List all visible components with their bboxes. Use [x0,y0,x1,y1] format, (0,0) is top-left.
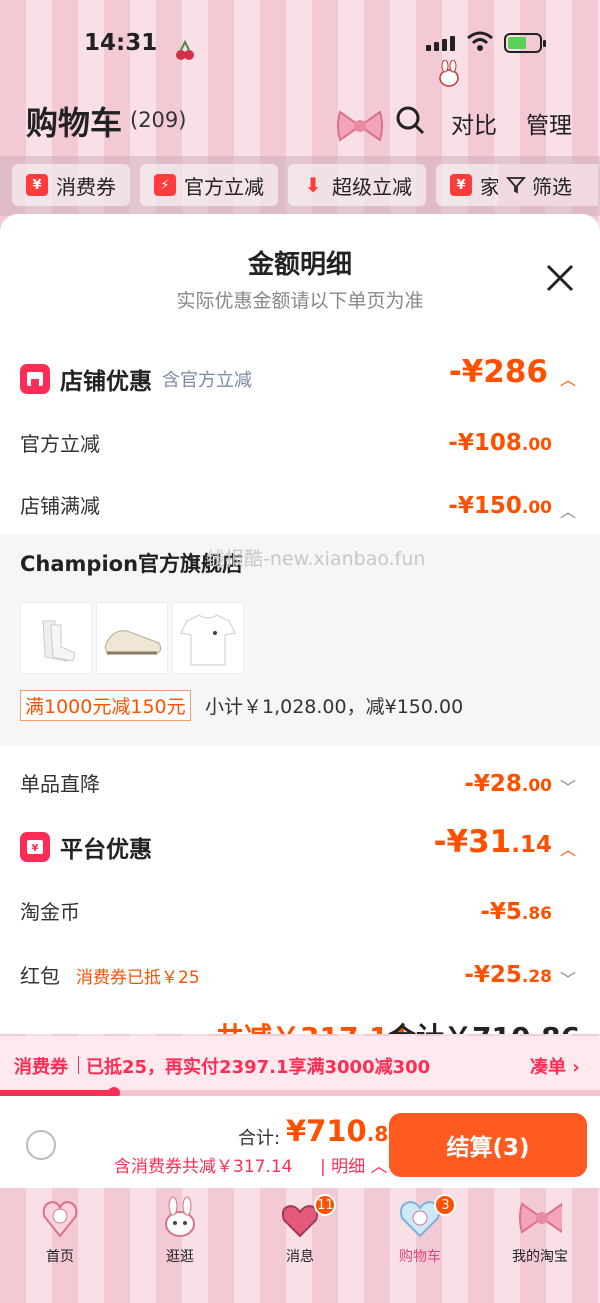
detail-button[interactable]: | 明细 ︿ [320,1152,388,1177]
product-thumb-shoes[interactable] [96,602,168,674]
bottom-tab-bar: 首页 逛逛 消息 11 购物车 3 我的淘宝 [0,1188,600,1303]
chevron-up-icon: ︿ [370,1157,388,1177]
platform-discount-amount: -¥31.14 [433,824,552,860]
bunny-icon [158,1196,202,1240]
red-packet-amount: -¥25.28 [464,962,552,988]
chevron-down-icon[interactable]: ﹀ [560,774,576,798]
bunny-sticker-icon [438,59,460,92]
bow-icon [518,1196,562,1240]
platform-coupon-icon: ¥ [20,832,50,862]
coupon-tag: 消费券 [14,1057,68,1078]
total-label: 合计: [238,1128,281,1149]
store-discount-header[interactable]: 店铺优惠 含官方立减 [20,362,252,396]
tab-coupon[interactable]: ¥ 消费券 [12,164,130,206]
product-thumb-tshirt[interactable] [172,602,244,674]
summary-peek: 共减￥317.14 合计￥710.86 [0,1014,600,1034]
taojin-coin-label: 淘金币 [20,900,80,924]
total-amount: ¥710.86 [286,1114,403,1148]
checkout-button[interactable]: 结算(3) [389,1113,587,1177]
page-title: 购物车 [26,104,123,142]
platform-discount-title: 平台优惠 [60,837,152,863]
platform-discount-header[interactable]: ¥ 平台优惠 [20,830,152,864]
filter-icon [506,177,526,194]
peek-total: 合计￥710.86 [388,1016,580,1034]
cherry-icon [174,39,196,66]
sheet-title: 金额明细 [247,250,352,280]
official-discount-amount: -¥108.00 [448,430,552,456]
shop-subtotal: 小计￥1,028.00，减¥150.00 [205,696,464,718]
chevron-up-icon[interactable]: ︿ [560,498,576,522]
compare-button[interactable]: 对比 [451,106,497,140]
tab-official-discount[interactable]: ⚡ 官方立减 [140,164,278,206]
nav-home[interactable]: 首页 [0,1188,120,1303]
saved-amount: 含消费券共减￥317.14 [114,1157,293,1177]
messages-badge: 11 [314,1194,337,1216]
product-thumb-socks[interactable] [20,602,92,674]
nav-messages[interactable]: 消息 11 [240,1188,360,1303]
status-time: 14:31 [84,30,158,56]
select-all-checkbox[interactable] [26,1130,56,1160]
close-icon[interactable] [544,262,576,298]
single-item-discount-label: 单品直降 [20,772,100,796]
sheet-subtitle: 实际优惠金额请以下单页为准 [176,290,424,312]
chevron-up-icon[interactable]: ︿ [560,366,576,390]
coupon-icon: ¥ [450,174,472,196]
cart-count: (209) [130,108,187,132]
coupon-text: 已抵25，再实付2397.1享满3000减300 [86,1057,431,1078]
nav-browse[interactable]: 逛逛 [120,1188,240,1303]
store-discount-amount: -¥286 [448,354,548,390]
peek-saved: 共减￥317.14 [216,1016,408,1034]
amount-detail-sheet: 金额明细 实际优惠金额请以下单页为准 店铺优惠 含官方立减 -¥286 ︿ 官方… [0,214,600,1034]
coupon-divider [78,1056,79,1074]
chevron-up-icon[interactable]: ︿ [560,836,576,860]
signal-icon [426,36,455,51]
cart-badge: 3 [434,1194,457,1216]
chevron-down-icon[interactable]: ﹀ [560,966,576,990]
bow-decoration-icon [336,108,384,148]
red-packet-label: 红包 [20,964,60,988]
lightning-icon: ⚡ [154,174,176,196]
manage-button[interactable]: 管理 [526,106,572,140]
home-mirror-icon [38,1196,82,1240]
taojin-coin-amount: -¥5.86 [480,899,552,925]
battery-icon [504,33,546,53]
store-discount-title: 店铺优惠 [60,369,152,395]
store-full-discount-label: 店铺满减 [20,494,100,518]
filter-button[interactable]: 筛选 [498,164,598,206]
watermark: 线报酷-new.xianbao.fun [206,548,426,570]
red-packet-row: 红包 消费券已抵￥25 [20,960,200,989]
store-discount-note: 含官方立减 [162,370,252,391]
svg-text:¥: ¥ [32,843,39,854]
search-icon[interactable] [394,104,426,140]
add-items-link[interactable]: 凑单 › [530,1053,580,1079]
promo-tag: 满1000元减150元 [20,690,191,721]
store-icon [20,364,50,394]
official-discount-label: 官方立减 [20,432,100,456]
red-packet-note: 消费券已抵￥25 [76,968,200,988]
tab-super-discount[interactable]: ⬇ 超级立减 [288,164,426,206]
single-item-discount-amount: -¥28.00 [464,771,552,797]
nav-cart[interactable]: 购物车 3 [360,1188,480,1303]
wifi-icon [466,30,494,56]
store-full-discount-amount: -¥150.00 [448,493,552,519]
coupon-icon: ¥ [26,174,48,196]
nav-my-taobao[interactable]: 我的淘宝 [480,1188,600,1303]
arrow-down-icon: ⬇ [304,173,322,197]
